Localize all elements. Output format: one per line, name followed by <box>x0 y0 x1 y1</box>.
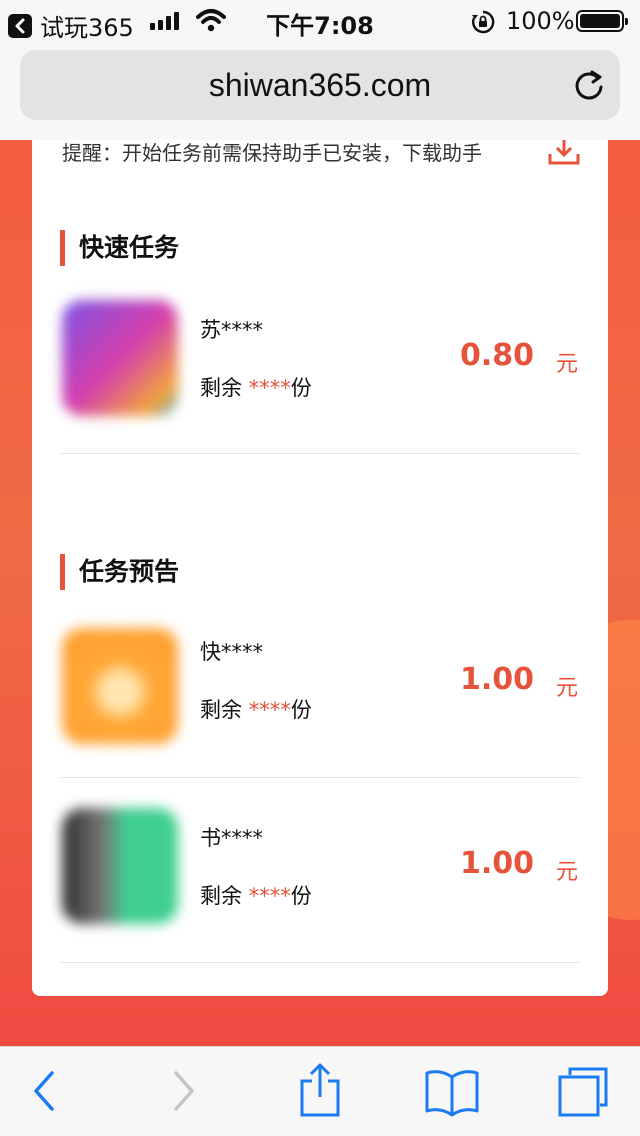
remaining-count: **** <box>248 376 291 400</box>
task-name: 书**** <box>200 826 263 850</box>
share-icon[interactable] <box>298 1063 342 1121</box>
remaining-label: 剩余 <box>200 884 249 908</box>
remaining-count: **** <box>248 698 291 722</box>
remaining-unit: 份 <box>290 376 312 400</box>
battery-icon <box>576 10 628 32</box>
remaining-unit: 份 <box>290 698 312 722</box>
browser-address-area: shiwan365.com <box>0 40 640 140</box>
status-bar: 试玩365 下午7:08 100% <box>0 0 640 42</box>
reward-unit: 元 <box>555 676 578 701</box>
section-title-quick-tasks: 快速任务 <box>60 230 179 266</box>
app-thumbnail <box>62 808 178 924</box>
task-remaining: 剩余 ****份 <box>200 694 312 724</box>
bookmarks-icon[interactable] <box>424 1069 480 1121</box>
task-remaining: 剩余 ****份 <box>200 372 312 402</box>
install-reminder: 提醒：开始任务前需保持助手已安装，下载助手 <box>62 141 482 165</box>
page-content: 提醒：开始任务前需保持助手已安装，下载助手 快速任务 苏**** 剩余 ****… <box>0 140 640 1046</box>
app-thumbnail <box>62 628 178 744</box>
rotation-lock-icon <box>470 9 496 39</box>
task-card: 提醒：开始任务前需保持助手已安装，下载助手 快速任务 苏**** 剩余 ****… <box>32 140 608 996</box>
url-text: shiwan365.com <box>208 67 432 103</box>
download-icon[interactable] <box>548 140 580 170</box>
section-title-task-preview: 任务预告 <box>60 554 179 590</box>
task-name: 苏**** <box>200 318 263 342</box>
browser-toolbar <box>0 1046 640 1136</box>
task-name: 快**** <box>200 640 263 664</box>
task-reward: 1.00 <box>459 662 534 697</box>
remaining-unit: 份 <box>290 884 312 908</box>
back-icon[interactable] <box>30 1069 60 1117</box>
address-bar[interactable]: shiwan365.com <box>20 50 620 120</box>
task-remaining: 剩余 ****份 <box>200 880 312 910</box>
reward-unit: 元 <box>555 860 578 885</box>
task-item[interactable]: 苏**** 剩余 ****份 0.80 元 <box>60 290 580 454</box>
task-reward: 0.80 <box>459 338 534 373</box>
battery-percentage: 100% <box>506 7 575 35</box>
tabs-icon[interactable] <box>556 1065 610 1121</box>
remaining-count: **** <box>248 884 291 908</box>
reload-icon[interactable] <box>572 68 606 106</box>
task-item[interactable]: 快**** 剩余 ****份 1.00 元 <box>60 614 580 778</box>
reward-unit: 元 <box>555 352 578 377</box>
forward-icon[interactable] <box>168 1069 198 1117</box>
task-item[interactable]: 书**** 剩余 ****份 1.00 元 <box>60 778 580 963</box>
task-reward: 1.00 <box>459 846 534 881</box>
app-thumbnail <box>62 300 178 416</box>
remaining-label: 剩余 <box>200 698 249 722</box>
remaining-label: 剩余 <box>200 376 249 400</box>
